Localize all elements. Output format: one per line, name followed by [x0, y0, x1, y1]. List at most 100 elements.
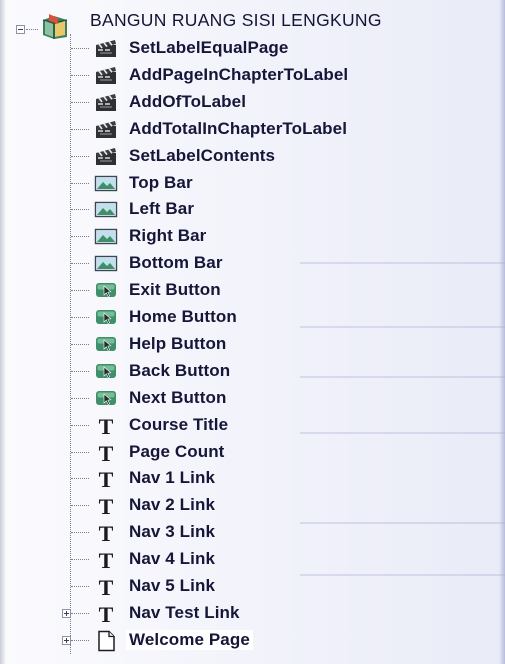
tree-connector: [71, 317, 89, 319]
svg-text:T: T: [99, 495, 114, 517]
tree-node-label: Home Button: [129, 307, 237, 326]
image-icon: [94, 226, 118, 246]
tree-node-label: Top Bar: [129, 173, 193, 192]
image-icon: [94, 173, 118, 193]
tree-node[interactable]: SetLabelEqualPage: [129, 35, 288, 61]
button-icon: [94, 361, 116, 381]
image-icon: [94, 199, 118, 219]
course-tree[interactable]: BANGUN RUANG SISI LENGKUNG SetLabelEqual…: [0, 0, 505, 664]
tree-connector: [71, 425, 89, 427]
tree-connector: [71, 263, 89, 265]
tree-connector: [71, 398, 89, 400]
tree-node-label: Nav 5 Link: [129, 576, 216, 595]
tree-node[interactable]: Nav Test Link: [129, 600, 240, 626]
action-clapper-icon: [94, 65, 116, 85]
tree-connector: [71, 102, 89, 104]
book-icon: [40, 12, 70, 40]
tree-node-label: Page Count: [129, 442, 225, 461]
tree-node-label: Nav 1 Link: [129, 468, 216, 487]
tree-node-label: Bottom Bar: [129, 253, 223, 272]
action-clapper-icon: [94, 38, 116, 58]
tree-connector: [71, 586, 89, 588]
tree-node[interactable]: Exit Button: [129, 277, 221, 303]
text-icon: T: [94, 468, 116, 490]
root-collapse-toggle[interactable]: [16, 25, 25, 34]
svg-text:T: T: [99, 468, 114, 490]
tree-connector: [71, 48, 89, 50]
tree-connector: [71, 613, 89, 615]
tree-node[interactable]: Bottom Bar: [129, 250, 223, 276]
action-clapper-icon: [94, 119, 116, 139]
tree-node[interactable]: Nav 4 Link: [129, 546, 215, 572]
tree-node-label: Nav Test Link: [129, 603, 240, 622]
tree-node[interactable]: AddPageInChapterToLabel: [129, 62, 348, 88]
tree-connector: [71, 290, 89, 292]
tree-node[interactable]: Page Count: [129, 439, 224, 465]
tree-connector: [71, 371, 89, 373]
text-icon: T: [94, 549, 116, 571]
tree-node[interactable]: Home Button: [129, 304, 237, 330]
text-icon: T: [94, 576, 116, 598]
text-icon: T: [94, 603, 116, 625]
action-clapper-icon: [94, 92, 116, 112]
action-clapper-icon: [94, 146, 116, 166]
tree-node[interactable]: Course Title: [129, 412, 228, 438]
text-icon: T: [94, 495, 116, 517]
tree-connector: [71, 236, 89, 238]
tree-connector: [71, 156, 89, 158]
text-icon: T: [94, 415, 116, 437]
tree-connector: [71, 209, 89, 211]
tree-node-label: Exit Button: [129, 280, 221, 299]
tree-node[interactable]: AddTotalInChapterToLabel: [129, 116, 347, 142]
tree-root-node[interactable]: BANGUN RUANG SISI LENGKUNG: [90, 7, 382, 33]
tree-node[interactable]: Right Bar: [129, 223, 206, 249]
tree-connector: [71, 183, 89, 185]
tree-node-label: Course Title: [129, 415, 229, 434]
tree-node-label: SetLabelContents: [129, 146, 276, 165]
tree-node[interactable]: Nav 3 Link: [129, 519, 215, 545]
tree-node-label: Nav 3 Link: [129, 522, 216, 541]
tree-node-label: Welcome Page: [126, 630, 253, 650]
root-connector: [26, 29, 38, 31]
tree-node[interactable]: Nav 1 Link: [129, 465, 215, 491]
tree-connector: [71, 344, 89, 346]
tree-node[interactable]: Nav 5 Link: [129, 573, 215, 599]
tree-node[interactable]: Welcome Page: [126, 627, 253, 653]
image-icon: [94, 253, 118, 273]
tree-root-label: BANGUN RUANG SISI LENGKUNG: [90, 9, 382, 30]
tree-connector: [71, 640, 89, 642]
tree-connector: [71, 75, 89, 77]
tree-connector: [71, 129, 89, 131]
tree-connector: [71, 478, 89, 480]
tree-connector: [71, 452, 89, 454]
button-icon: [94, 280, 116, 300]
tree-node[interactable]: Next Button: [129, 385, 226, 411]
text-icon: T: [94, 522, 116, 544]
tree-node[interactable]: SetLabelContents: [129, 143, 275, 169]
tree-node-label: Nav 4 Link: [129, 549, 216, 568]
tree-node-label: Next Button: [129, 388, 227, 407]
tree-node-label: SetLabelEqualPage: [129, 38, 289, 57]
svg-text:T: T: [99, 549, 114, 571]
svg-text:T: T: [99, 522, 114, 544]
title-tree-panel: BANGUN RUANG SISI LENGKUNG SetLabelEqual…: [0, 0, 505, 664]
tree-connector: [71, 559, 89, 561]
button-icon: [94, 388, 116, 408]
tree-node[interactable]: AddOfToLabel: [129, 89, 246, 115]
button-icon: [94, 307, 116, 327]
tree-node[interactable]: Top Bar: [129, 170, 193, 196]
text-icon: T: [94, 442, 116, 464]
tree-node-label: Right Bar: [129, 226, 207, 245]
tree-node-label: Back Button: [129, 361, 231, 380]
expand-toggle[interactable]: [62, 636, 71, 645]
tree-node-label: Help Button: [129, 334, 227, 353]
expand-toggle[interactable]: [62, 609, 71, 618]
tree-node[interactable]: Help Button: [129, 331, 226, 357]
svg-text:T: T: [99, 576, 114, 598]
button-icon: [94, 334, 116, 354]
tree-node[interactable]: Nav 2 Link: [129, 492, 215, 518]
tree-node[interactable]: Back Button: [129, 358, 230, 384]
tree-connector: [71, 505, 89, 507]
tree-node[interactable]: Left Bar: [129, 196, 194, 222]
tree-node-label: Left Bar: [129, 199, 195, 218]
